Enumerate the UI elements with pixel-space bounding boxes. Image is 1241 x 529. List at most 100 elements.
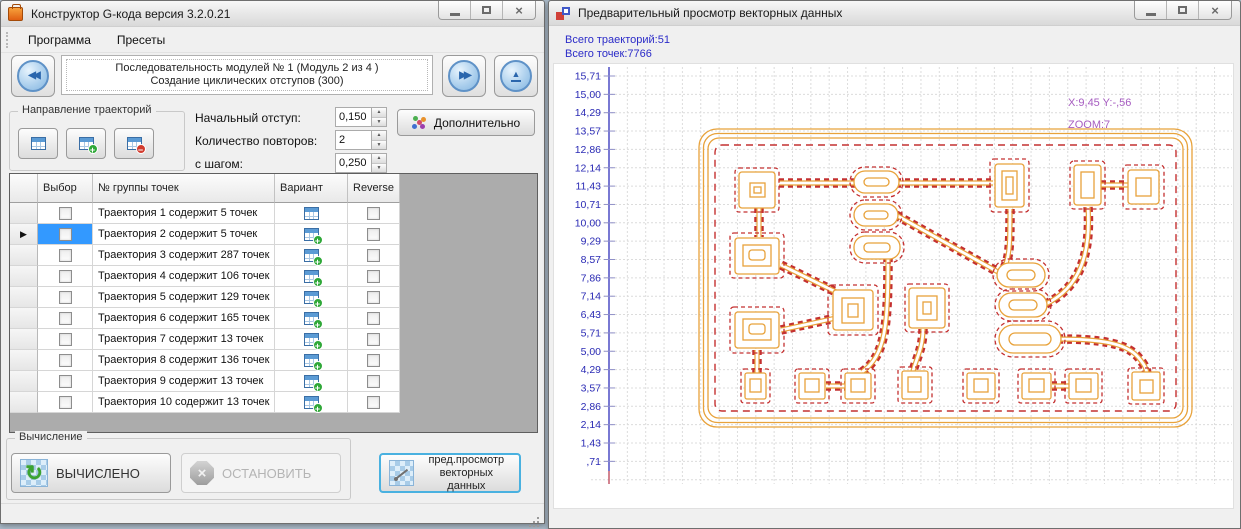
left-caption-buttons: × (438, 1, 536, 20)
table-row[interactable]: ▶ Траектория 5 содержит 129 точек + (10, 287, 537, 309)
select-checkbox[interactable] (58, 353, 72, 367)
table-row[interactable]: ▶ Траектория 4 содержит 106 точек + (10, 266, 537, 288)
pcb-drawing: 15,71 15,00 14,29 13,57 12,86 12,14 11,43 10,71… (575, 67, 1232, 484)
minimize-button[interactable] (439, 1, 471, 19)
next-module-button[interactable]: ▶▶ (442, 55, 486, 97)
additional-button-label: Дополнительно (433, 115, 521, 130)
select-checkbox[interactable] (58, 311, 72, 325)
pads (729, 158, 1165, 405)
select-checkbox[interactable] (58, 374, 72, 388)
variant-icon[interactable]: + (303, 353, 323, 372)
repeat-count-spinner[interactable]: 2 ▲ ▼ (335, 130, 387, 150)
variant-icon[interactable]: + (303, 311, 323, 330)
select-checkbox[interactable] (58, 332, 72, 346)
preview-vector-data-button[interactable]: пред.просмотр векторных данных (379, 453, 521, 493)
vector-plot-canvas[interactable]: X:9,45 Y:-,56 ZOOM:7 15,71 15,00 14,29 13,5… (553, 63, 1234, 509)
right-titlebar[interactable]: Предварительный просмотр векторных данны… (549, 1, 1240, 26)
step-label: с шагом: (195, 157, 244, 171)
select-checkbox[interactable] (58, 227, 72, 241)
stop-button-label: ОСТАНОВИТЬ (222, 465, 312, 481)
header-point-group[interactable]: № группы точек (93, 174, 275, 203)
minimize-button[interactable] (1135, 1, 1167, 19)
table-row[interactable]: ▶ Траектория 9 содержит 13 точек + (10, 371, 537, 393)
header-variant[interactable]: Вариант (275, 174, 348, 203)
vector-preview-window: Предварительный просмотр векторных данны… (548, 0, 1241, 529)
reverse-checkbox[interactable] (367, 269, 380, 283)
menu-presets[interactable]: Пресеты (104, 29, 178, 51)
table-row[interactable]: ▶ Траектория 3 содержит 287 точек + (10, 245, 537, 267)
spin-up-icon[interactable]: ▲ (372, 108, 386, 118)
eject-button[interactable]: ▲ (494, 55, 538, 97)
variant-icon[interactable]: + (303, 332, 323, 351)
table-header-row: Выбор № группы точек Вариант Reverse (10, 174, 537, 203)
reverse-checkbox[interactable] (367, 206, 380, 220)
start-offset-spinner[interactable]: 0,150 ▲ ▼ (335, 107, 387, 127)
reverse-checkbox[interactable] (367, 353, 380, 367)
left-titlebar[interactable]: Конструктор G-кода версия 3.2.0.21 × (1, 1, 544, 27)
spin-down-icon[interactable]: ▼ (372, 163, 386, 172)
close-button[interactable]: × (1199, 1, 1231, 19)
spin-down-icon[interactable]: ▼ (372, 140, 386, 149)
reverse-checkbox[interactable] (367, 395, 380, 409)
table-row[interactable]: ▶ Траектория 10 содержит 13 точек + (10, 392, 537, 414)
table-row[interactable]: ▶ Траектория 7 содержит 13 точек + (10, 329, 537, 351)
preview-window-icon (556, 6, 570, 20)
reverse-checkbox[interactable] (367, 227, 380, 241)
y-axis-label: 6,43 (581, 309, 602, 321)
trajectory-table: Выбор № группы точек Вариант Reverse ▶ Т… (9, 173, 538, 433)
repeat-count-label: Количество повторов: (195, 134, 318, 148)
menu-program[interactable]: Программа (15, 29, 104, 51)
header-select[interactable]: Выбор (38, 174, 93, 203)
variant-icon[interactable]: + (303, 290, 323, 309)
module-sequence-line1: Последовательность модулей № 1 (Модуль 2… (115, 62, 379, 74)
table-row[interactable]: ▶ Траектория 1 содержит 5 точек + (10, 203, 537, 224)
menubar: Программа Пресеты (1, 27, 544, 53)
variant-icon[interactable]: + (303, 206, 319, 220)
maximize-button[interactable] (1167, 1, 1199, 19)
menu-grip (6, 31, 9, 48)
y-axis-label: 11,43 (576, 181, 602, 193)
spin-down-icon[interactable]: ▼ (372, 117, 386, 126)
y-axis-label: 12,14 (575, 162, 601, 174)
total-points: Всего точек:7766 (565, 48, 652, 60)
reverse-checkbox[interactable] (367, 248, 380, 262)
maximize-button[interactable] (471, 1, 503, 19)
select-checkbox[interactable] (58, 290, 72, 304)
variant-icon[interactable]: + (303, 227, 323, 246)
computed-button[interactable]: ↻ ВЫЧИСЛЕНО (11, 453, 171, 493)
direction-table-button[interactable] (18, 128, 58, 159)
select-checkbox[interactable] (58, 206, 72, 220)
y-axis-label: 1,43 (581, 438, 602, 450)
direction-table-add-button[interactable]: + (66, 128, 106, 159)
direction-table-remove-button[interactable]: − (114, 128, 154, 159)
spin-up-icon[interactable]: ▲ (372, 154, 386, 164)
direction-group-label: Направление траекторий (18, 104, 156, 116)
close-button[interactable]: × (503, 1, 535, 19)
reverse-checkbox[interactable] (367, 374, 380, 388)
resize-grip[interactable] (537, 517, 539, 519)
reverse-checkbox[interactable] (367, 290, 380, 304)
y-axis-label: 4,29 (581, 364, 602, 376)
reverse-checkbox[interactable] (367, 332, 380, 346)
spin-up-icon[interactable]: ▲ (372, 131, 386, 141)
row-selector-header[interactable] (10, 174, 38, 203)
variant-icon[interactable]: + (303, 374, 323, 393)
variant-icon[interactable]: + (303, 395, 323, 414)
table-row[interactable]: ▶ Траектория 2 содержит 5 точек + (10, 224, 537, 246)
table-row[interactable]: ▶ Траектория 8 содержит 136 точек + (10, 350, 537, 372)
select-checkbox[interactable] (58, 248, 72, 262)
prev-module-button[interactable]: ◀◀ (11, 55, 55, 97)
select-checkbox[interactable] (58, 269, 72, 283)
y-axis-label: 15,71 (575, 71, 601, 83)
variant-icon[interactable]: + (303, 248, 323, 267)
reverse-checkbox[interactable] (367, 311, 380, 325)
stop-button[interactable]: × ОСТАНОВИТЬ (181, 453, 341, 493)
close-icon: × (1211, 2, 1219, 18)
step-spinner[interactable]: 0,250 ▲ ▼ (335, 153, 387, 173)
variant-icon[interactable]: + (303, 269, 323, 288)
header-reverse[interactable]: Reverse (348, 174, 400, 203)
y-axis-label: 7,86 (581, 272, 602, 284)
additional-button[interactable]: Дополнительно (397, 109, 535, 136)
select-checkbox[interactable] (58, 395, 72, 409)
table-row[interactable]: ▶ Траектория 6 содержит 165 точек + (10, 308, 537, 330)
